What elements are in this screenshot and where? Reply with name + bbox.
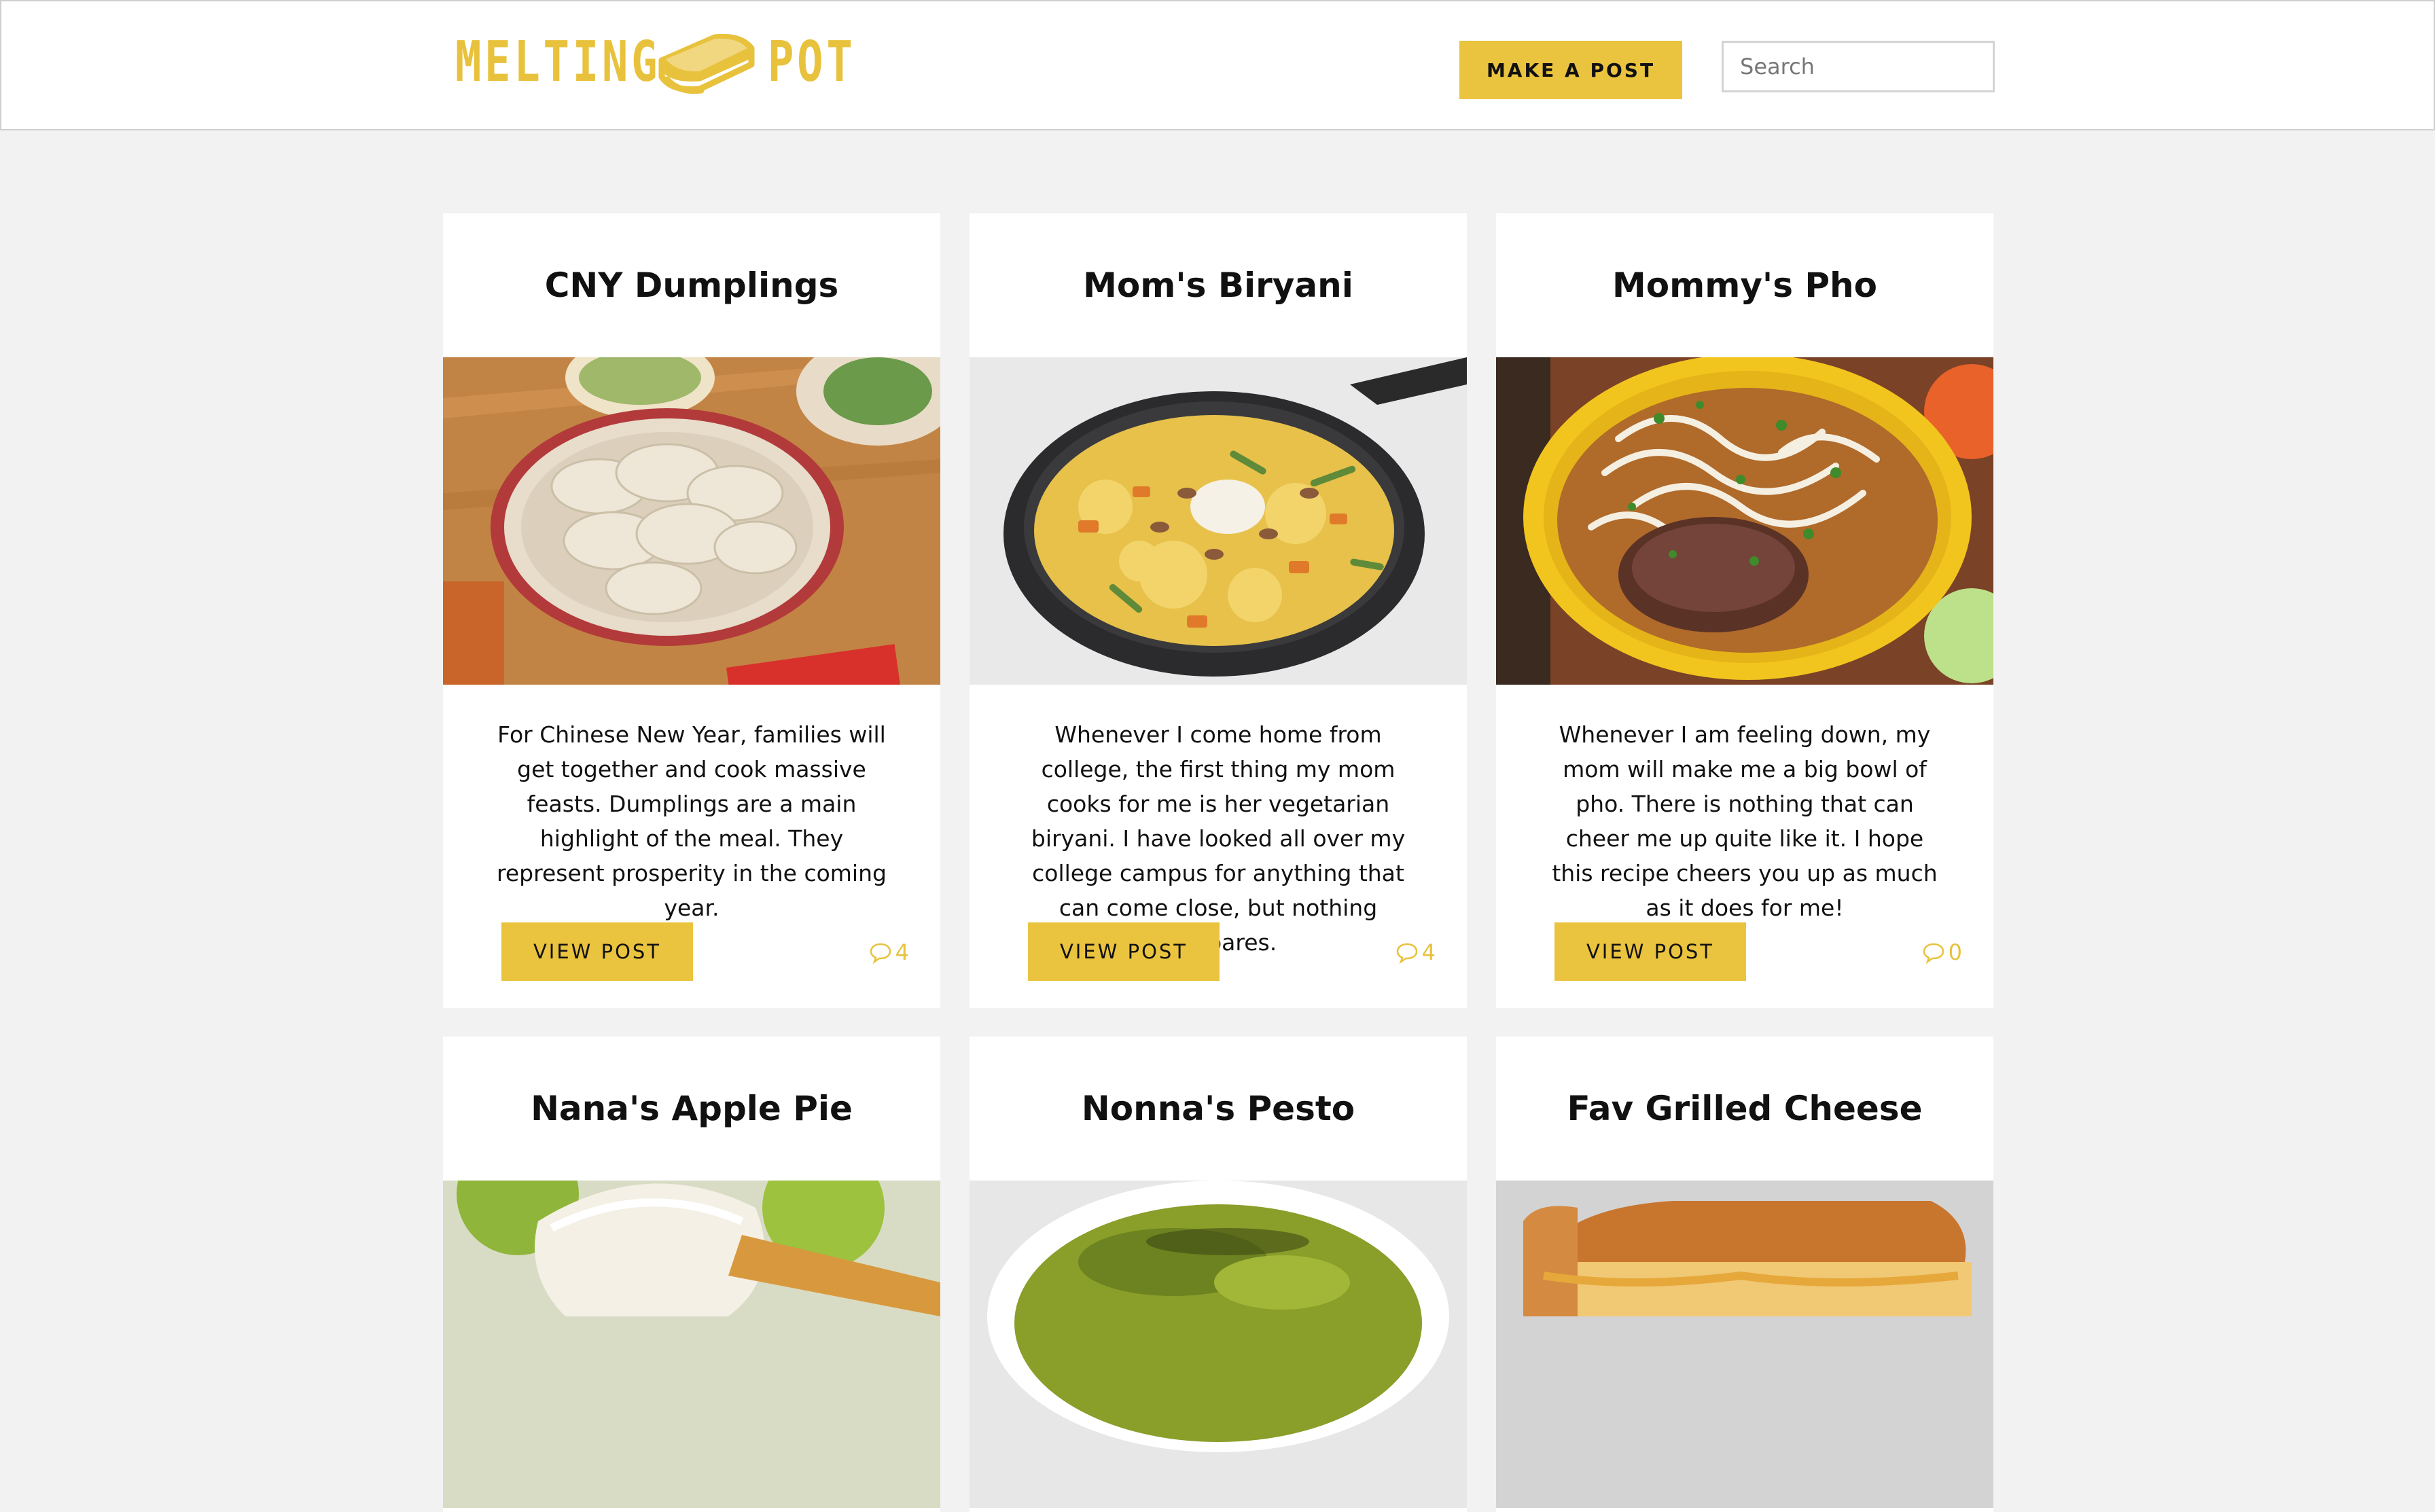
post-footer: VIEW POST 4 xyxy=(1028,922,1436,981)
comment-count-value: 4 xyxy=(895,939,909,965)
post-card: Nonna's Pesto xyxy=(970,1037,1467,1512)
pho-photo[interactable] xyxy=(1496,357,1993,685)
comment-icon xyxy=(1923,943,1944,965)
view-post-button[interactable]: VIEW POST xyxy=(501,922,693,981)
post-description: Whenever I am feeling down, my mom will … xyxy=(1552,721,1938,921)
comment-icon xyxy=(870,943,891,965)
comment-count[interactable]: 4 xyxy=(868,937,909,967)
post-title: Mom's Biryani xyxy=(1083,266,1353,305)
post-title: Mommy's Pho xyxy=(1612,266,1877,305)
search-input[interactable] xyxy=(1724,43,2011,90)
post-description: For Chinese New Year, families will get … xyxy=(497,721,887,921)
logo-word-pot: POT xyxy=(768,30,856,94)
apple-pie-photo[interactable] xyxy=(443,1181,940,1508)
post-title: CNY Dumplings xyxy=(544,266,839,305)
comment-count[interactable]: 4 xyxy=(1395,937,1436,967)
make-a-post-button[interactable]: MAKE A POST xyxy=(1459,41,1682,99)
post-description: Whenever I come home from college, the f… xyxy=(1031,721,1406,956)
logo-word-melting: MELTING xyxy=(455,30,661,94)
site-logo[interactable]: MELTING POT xyxy=(455,29,863,96)
comment-icon xyxy=(1396,943,1417,965)
post-card: CNY Dumplings For Chinese New Year, fami… xyxy=(443,213,940,1008)
post-grid: CNY Dumplings For Chinese New Year, fami… xyxy=(443,213,1993,1512)
pesto-photo[interactable] xyxy=(970,1181,1467,1508)
biryani-photo[interactable] xyxy=(970,357,1467,685)
comment-count-value: 0 xyxy=(1948,939,1962,965)
sandwich-icon xyxy=(658,33,755,94)
comment-count-value: 4 xyxy=(1421,939,1436,965)
post-title: Fav Grilled Cheese xyxy=(1567,1089,1923,1128)
comment-count[interactable]: 0 xyxy=(1921,937,1962,967)
search-box[interactable] xyxy=(1722,41,2011,92)
post-card: Fav Grilled Cheese xyxy=(1496,1037,1993,1512)
post-card: Nana's Apple Pie xyxy=(443,1037,940,1512)
view-post-button[interactable]: VIEW POST xyxy=(1028,922,1220,981)
post-footer: VIEW POST 0 xyxy=(1554,922,1962,981)
site-header: MELTING POT MAKE A POST xyxy=(0,0,2435,130)
post-card: Mommy's Pho Whenever I am feeling down, … xyxy=(1496,213,1993,1008)
view-post-button[interactable]: VIEW POST xyxy=(1554,922,1746,981)
dumplings-photo[interactable] xyxy=(443,357,940,685)
post-title: Nonna's Pesto xyxy=(1081,1089,1355,1128)
post-footer: VIEW POST 4 xyxy=(501,922,909,981)
grilled-cheese-photo[interactable] xyxy=(1496,1181,1993,1508)
post-card: Mom's Biryani Whenever I come home from … xyxy=(970,213,1467,1008)
post-title: Nana's Apple Pie xyxy=(531,1089,853,1128)
